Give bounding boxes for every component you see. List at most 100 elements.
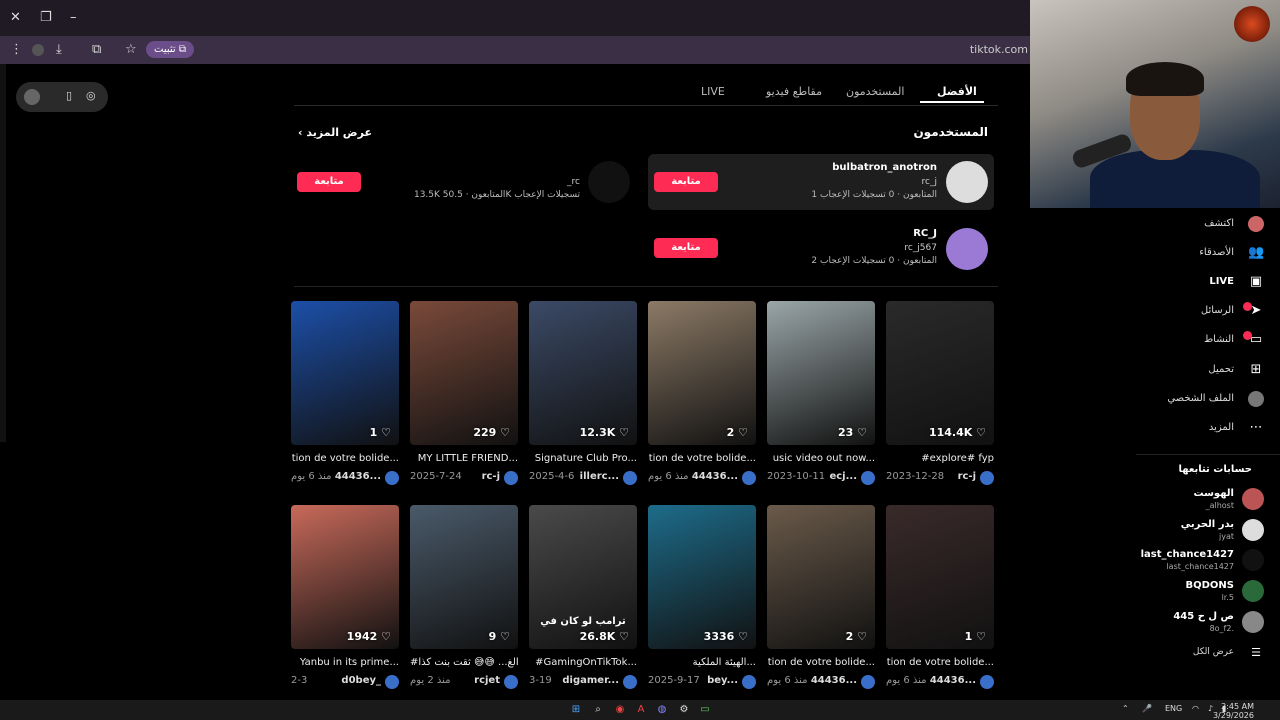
- live-icon[interactable]: ▣: [1248, 274, 1264, 290]
- nav-activity[interactable]: النشاط: [1204, 334, 1234, 345]
- video-title[interactable]: tion de votre bolide...: [767, 657, 875, 668]
- video-title[interactable]: الهيئة الملكية...: [648, 657, 756, 668]
- author-avatar[interactable]: [742, 675, 756, 689]
- settings-gear-icon[interactable]: ⚙: [677, 703, 691, 717]
- video-thumbnail[interactable]: 114.4K ♡: [886, 301, 994, 445]
- video-thumbnail[interactable]: 3336 ♡: [648, 505, 756, 649]
- tab-live[interactable]: LIVE: [701, 85, 725, 98]
- tab-videos[interactable]: مقاطع فيديو: [766, 85, 822, 98]
- video-author[interactable]: digamer...: [562, 675, 619, 686]
- wifi-icon[interactable]: ◠: [1192, 704, 1199, 713]
- download-icon[interactable]: ⤓: [56, 42, 62, 57]
- tab-users[interactable]: المستخدمون: [846, 85, 904, 98]
- nav-messages[interactable]: الرسائل: [1201, 305, 1234, 316]
- video-author[interactable]: ecj...: [829, 471, 857, 482]
- language-indicator[interactable]: ENG: [1165, 704, 1182, 713]
- video-card[interactable]: 1942 ♡ Yanbu in its prime... 2-3 d0bey_: [291, 505, 399, 691]
- follow-button[interactable]: متابعة: [654, 172, 718, 192]
- following-account-name[interactable]: بدر الحربي: [1181, 519, 1234, 530]
- user-card[interactable]: bulbatron_anotron rc_j 1 المتابعون · 0 ت…: [648, 154, 994, 210]
- video-thumbnail[interactable]: 9 ♡: [410, 505, 518, 649]
- author-avatar[interactable]: [504, 471, 518, 485]
- video-title[interactable]: usic video out now...: [767, 453, 875, 464]
- user-name[interactable]: bulbatron_anotron: [832, 162, 937, 173]
- following-account-name[interactable]: الهوست: [1194, 488, 1234, 499]
- video-card[interactable]: 12.3K ♡ Signature Club Pro... 2025-4-6 ille…: [529, 301, 637, 487]
- author-avatar[interactable]: [385, 471, 399, 485]
- author-avatar[interactable]: [742, 471, 756, 485]
- video-author[interactable]: rcjet: [474, 675, 500, 686]
- nav-more[interactable]: المزيد: [1209, 422, 1234, 433]
- tab-top[interactable]: الأفضل: [937, 85, 977, 98]
- see-more-link[interactable]: ‹ عرض المزيد: [298, 126, 372, 139]
- chrome-icon[interactable]: ◉: [613, 703, 627, 717]
- video-card[interactable]: 2 ♡ tion de votre bolide... منذ 6 يوم 44436…: [648, 301, 756, 487]
- video-title[interactable]: Signature Club Pro...: [529, 453, 637, 464]
- follow-button[interactable]: متابعة: [297, 172, 361, 192]
- user-card[interactable]: RC_J rc_j567 2 المتابعون · 0 تسجيلات الإ…: [648, 220, 994, 276]
- video-card[interactable]: 1 ♡ tion de votre bolide... منذ 6 يوم 44436…: [291, 301, 399, 487]
- browser-menu-icon[interactable]: ⋮: [10, 42, 23, 57]
- profile-avatar-icon[interactable]: [1248, 391, 1264, 407]
- tray-chevron-icon[interactable]: ⌃: [1122, 704, 1129, 713]
- friends-icon[interactable]: 👥: [1248, 245, 1264, 261]
- close-window-icon[interactable]: ✕: [10, 10, 21, 25]
- nav-upload[interactable]: تحميل: [1208, 364, 1234, 375]
- video-thumbnail[interactable]: 1942 ♡: [291, 505, 399, 649]
- video-card[interactable]: 3336 ♡ الهيئة الملكية... 2025-9-17 bey...: [648, 505, 756, 691]
- install-app-button[interactable]: تثبيت ⧉: [146, 41, 194, 58]
- video-card[interactable]: 229 ♡ MY LITTLE FRIEND... 2025-7-24 rc-j: [410, 301, 518, 487]
- following-avatar[interactable]: [1242, 519, 1264, 541]
- video-title[interactable]: #GamingOnTikTok...: [529, 657, 637, 668]
- list-icon[interactable]: ☰: [1248, 645, 1264, 661]
- bookmark-star-icon[interactable]: ☆: [125, 42, 137, 57]
- video-thumbnail[interactable]: 12.3K ♡: [529, 301, 637, 445]
- video-card[interactable]: 9 ♡ #قرالغ... 😅😅 ثقت بنت كذا منذ 2 يوم rcje…: [410, 505, 518, 691]
- extensions-icon[interactable]: ⧉: [92, 42, 101, 57]
- video-author[interactable]: 44436...: [811, 675, 857, 686]
- author-avatar[interactable]: [623, 675, 637, 689]
- video-title[interactable]: #قرالغ... 😅😅 ثقت بنت كذا: [410, 657, 518, 668]
- show-all-link[interactable]: عرض الكل: [1193, 647, 1234, 657]
- video-thumbnail[interactable]: 229 ♡: [410, 301, 518, 445]
- video-thumbnail[interactable]: 2 ♡: [648, 301, 756, 445]
- video-thumbnail[interactable]: 2 ♡: [767, 505, 875, 649]
- user-avatar[interactable]: [588, 161, 630, 203]
- video-card[interactable]: 114.4K ♡ #explore# fyp 2023-12-28 rc-j: [886, 301, 994, 487]
- video-title[interactable]: tion de votre bolide...: [648, 453, 756, 464]
- video-author[interactable]: rc-j: [958, 471, 976, 482]
- video-title[interactable]: tion de votre bolide...: [886, 657, 994, 668]
- following-avatar[interactable]: [1242, 488, 1264, 510]
- video-thumbnail[interactable]: ترامب لو كان في 26.8K ♡: [529, 505, 637, 649]
- following-avatar[interactable]: [1242, 549, 1264, 571]
- video-author[interactable]: 44436...: [692, 471, 738, 482]
- phone-icon[interactable]: ▯: [66, 89, 72, 102]
- system-clock[interactable]: 2:45 AM 3/29/2026: [1213, 702, 1254, 720]
- profile-icon[interactable]: [32, 44, 44, 56]
- user-name[interactable]: RC_J: [913, 228, 937, 239]
- author-avatar[interactable]: [504, 675, 518, 689]
- explore-avatar-icon[interactable]: [1248, 216, 1264, 232]
- tiktok-icon[interactable]: ◎: [86, 89, 96, 102]
- more-dots-icon[interactable]: ⋯: [1248, 420, 1264, 436]
- following-avatar[interactable]: [1242, 580, 1264, 602]
- author-avatar[interactable]: [861, 471, 875, 485]
- video-author[interactable]: illerc...: [580, 471, 619, 482]
- author-avatar[interactable]: [980, 471, 994, 485]
- user-avatar[interactable]: [946, 228, 988, 270]
- following-account-name[interactable]: BQDONS: [1186, 580, 1235, 591]
- author-avatar[interactable]: [623, 471, 637, 485]
- video-card[interactable]: ترامب لو كان في 26.8K ♡ #GamingOnTikTok...…: [529, 505, 637, 691]
- video-card[interactable]: 2 ♡ tion de votre bolide... منذ 6 يوم 44436…: [767, 505, 875, 691]
- url-text[interactable]: tiktok.com: [970, 43, 1028, 56]
- video-card[interactable]: 1 ♡ tion de votre bolide... منذ 6 يوم 44436…: [886, 505, 994, 691]
- windows-start-icon[interactable]: ⊞: [569, 703, 583, 717]
- nav-explore[interactable]: اكتشف: [1204, 218, 1234, 229]
- nav-friends[interactable]: الأصدقاء: [1199, 247, 1234, 258]
- author-avatar[interactable]: [861, 675, 875, 689]
- minimize-window-icon[interactable]: –: [70, 10, 77, 25]
- video-author[interactable]: d0bey_: [341, 675, 381, 686]
- video-author[interactable]: 44436...: [335, 471, 381, 482]
- video-title[interactable]: MY LITTLE FRIEND...: [410, 453, 518, 464]
- taskbar-search-icon[interactable]: ⌕: [591, 703, 605, 717]
